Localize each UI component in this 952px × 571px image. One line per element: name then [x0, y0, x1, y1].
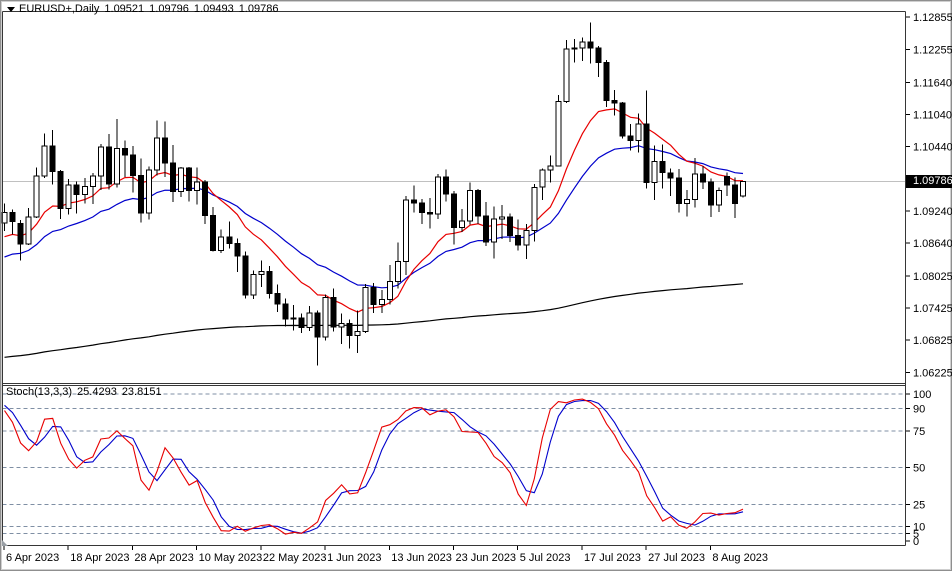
time-axis[interactable]: 6 Apr 2023 18 Apr 2023 28 Apr 2023 10 May 2…: [4, 546, 768, 564]
svg-text:90: 90: [913, 404, 925, 416]
svg-text:50: 50: [913, 463, 925, 475]
svg-text:23 Jun 2023: 23 Jun 2023: [456, 552, 517, 564]
svg-text:1.12855: 1.12855: [913, 12, 952, 24]
svg-text:100: 100: [913, 389, 931, 401]
svg-text:28 Apr 2023: 28 Apr 2023: [134, 552, 193, 564]
current-price-badge: 1.09786: [906, 175, 952, 188]
svg-text:1 Jun 2023: 1 Jun 2023: [327, 552, 381, 564]
symbol-dropdown-icon[interactable]: [7, 7, 15, 12]
svg-text:1.09240: 1.09240: [913, 206, 952, 218]
svg-text:1.10440: 1.10440: [913, 142, 952, 154]
svg-text:5 Jul 2023: 5 Jul 2023: [520, 552, 571, 564]
svg-text:1.07425: 1.07425: [913, 303, 952, 315]
svg-text:1.08640: 1.08640: [913, 238, 952, 250]
indicator-signal-value: 23.8151: [122, 386, 162, 398]
stoch-main-line[interactable]: [5, 399, 744, 534]
indicator-label: Stoch(13,3,3) 25.4293 23.8151: [6, 386, 162, 398]
pane-resize-grip-icon[interactable]: [2, 540, 8, 546]
svg-text:1.12255: 1.12255: [913, 44, 952, 56]
svg-text:1.08025: 1.08025: [913, 271, 952, 283]
svg-text:6 Apr 2023: 6 Apr 2023: [6, 552, 59, 564]
svg-text:22 May 2023: 22 May 2023: [263, 552, 327, 564]
symbol-timeframe-label: EURUSD+,Daily: [19, 3, 99, 15]
svg-text:75: 75: [913, 426, 925, 438]
svg-text:1.11040: 1.11040: [913, 109, 952, 121]
candles-series[interactable]: [2, 22, 746, 365]
ohlc-open: 1.09521: [104, 3, 144, 15]
ohlc-low: 1.09493: [194, 3, 234, 15]
stoch-signal-line[interactable]: [5, 401, 744, 534]
svg-text:1.06225: 1.06225: [913, 367, 952, 379]
stoch-level-lines: [3, 394, 906, 534]
svg-text:10 May 2023: 10 May 2023: [199, 552, 263, 564]
svg-text:1.06825: 1.06825: [913, 335, 952, 347]
svg-text:1.11640: 1.11640: [913, 77, 952, 89]
ohlc-close: 1.09786: [239, 3, 279, 15]
svg-text:0: 0: [913, 536, 919, 548]
price-axis[interactable]: 1.12855 1.12255 1.11640 1.11040 1.10440 1.092…: [906, 12, 952, 379]
svg-text:8 Aug 2023: 8 Aug 2023: [712, 552, 768, 564]
svg-text:18 Apr 2023: 18 Apr 2023: [70, 552, 129, 564]
indicator-name: Stoch(13,3,3): [6, 386, 72, 398]
ohlc-high: 1.09796: [149, 3, 189, 15]
chart-canvas[interactable]: 1.12855 1.12255 1.11640 1.11040 1.10440 1.092…: [0, 0, 952, 571]
chart-window: 1.12855 1.12255 1.11640 1.11040 1.10440 1.092…: [0, 0, 952, 571]
indicator-axis[interactable]: 100907550251050: [906, 389, 931, 548]
indicator-main-value: 25.4293: [77, 386, 117, 398]
svg-text:17 Jul 2023: 17 Jul 2023: [584, 552, 641, 564]
svg-text:13 Jun 2023: 13 Jun 2023: [391, 552, 452, 564]
svg-text:25: 25: [913, 499, 925, 511]
chart-title: EURUSD+,Daily 1.09521 1.09796 1.09493 1.…: [7, 3, 278, 15]
svg-text:27 Jul 2023: 27 Jul 2023: [648, 552, 705, 564]
